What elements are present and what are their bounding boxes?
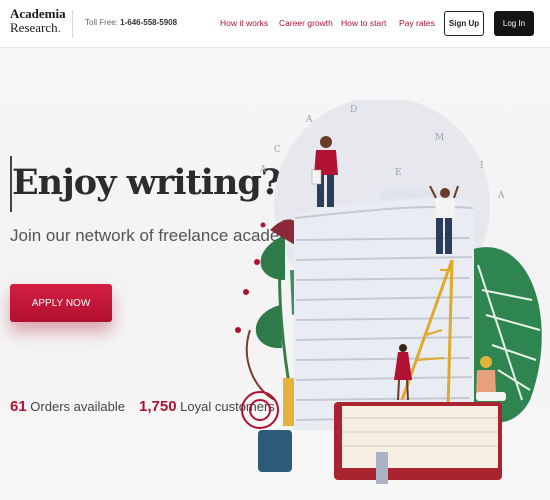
- logo[interactable]: Academia Research.: [10, 7, 66, 35]
- toll-free-phone: Toll Free: 1-646-558-5908: [85, 18, 177, 27]
- apply-now-button[interactable]: APPLY NOW: [10, 284, 112, 322]
- phone-label: Toll Free:: [85, 18, 121, 27]
- nav-pay-rates[interactable]: Pay rates: [399, 18, 435, 28]
- hero-illustration: A C A D E M I A: [235, 100, 542, 484]
- header-divider: [72, 10, 73, 38]
- orders-label: Orders available: [26, 399, 125, 414]
- watermark-letter: E: [395, 168, 402, 178]
- watermark-letter: A: [497, 191, 505, 201]
- nav-how-it-works[interactable]: How it works: [220, 18, 268, 28]
- watermark-letter: D: [350, 105, 357, 115]
- nav-how-to-start[interactable]: How to start: [341, 18, 386, 28]
- customers-count: 1,750: [139, 398, 177, 415]
- logo-line-1: Academia: [10, 6, 66, 21]
- logo-dot: .: [57, 20, 61, 35]
- watermark-letter: A: [305, 115, 313, 125]
- watermark-letter: M: [435, 133, 444, 143]
- logo-line-2: Research: [10, 20, 58, 35]
- watermark-letter: A: [259, 165, 267, 175]
- plant-pot: [241, 378, 297, 472]
- orders-available-stat: 61 Orders available: [10, 398, 125, 415]
- sign-up-button[interactable]: Sign Up: [444, 11, 484, 36]
- phone-number[interactable]: 1-646-558-5908: [120, 18, 177, 27]
- red-book: [334, 402, 502, 484]
- orders-count: 61: [10, 398, 27, 415]
- site-header: Academia Research. Toll Free: 1-646-558-…: [0, 0, 550, 48]
- watermark-letter: C: [274, 145, 281, 155]
- nav-career-growth[interactable]: Career growth: [279, 18, 333, 28]
- log-in-button[interactable]: Log In: [494, 11, 534, 36]
- watermark-letter: I: [480, 161, 484, 171]
